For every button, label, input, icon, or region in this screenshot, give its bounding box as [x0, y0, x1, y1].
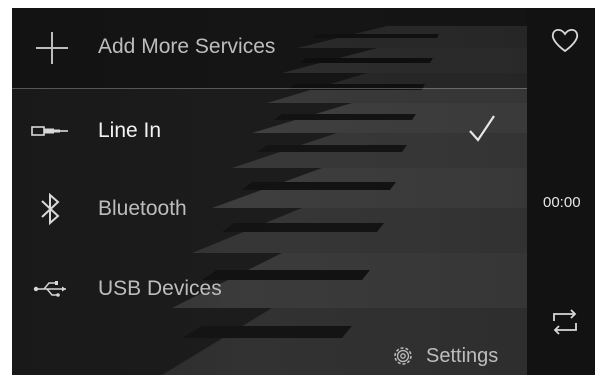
settings-label: Settings [426, 345, 499, 367]
menu-item-line-in[interactable]: Line In [12, 96, 527, 166]
header-divider [12, 88, 527, 89]
line-in-icon [31, 126, 68, 136]
line-in-label: Line In [98, 119, 162, 142]
elapsed-time: 00:00 [543, 194, 581, 211]
checkmark-icon [469, 115, 495, 142]
gear-icon [394, 347, 412, 365]
source-menu-panel: Add More Services Line In Bluetooth USB … [12, 8, 527, 375]
add-services-label: Add More Services [98, 35, 276, 58]
device-screen: Add More Services Line In Bluetooth USB … [12, 8, 595, 375]
usb-devices-label: USB Devices [98, 277, 222, 300]
add-services-row[interactable]: Add More Services [12, 8, 527, 88]
menu-item-usb-devices[interactable]: USB Devices [12, 254, 527, 324]
repeat-icon[interactable] [548, 305, 582, 339]
bluetooth-icon [41, 192, 60, 226]
plus-icon [36, 32, 68, 64]
settings-button[interactable]: Settings [390, 341, 520, 371]
usb-icon [33, 281, 66, 297]
heart-icon[interactable] [550, 26, 580, 54]
menu-item-bluetooth[interactable]: Bluetooth [12, 174, 527, 244]
bluetooth-label: Bluetooth [98, 197, 187, 220]
